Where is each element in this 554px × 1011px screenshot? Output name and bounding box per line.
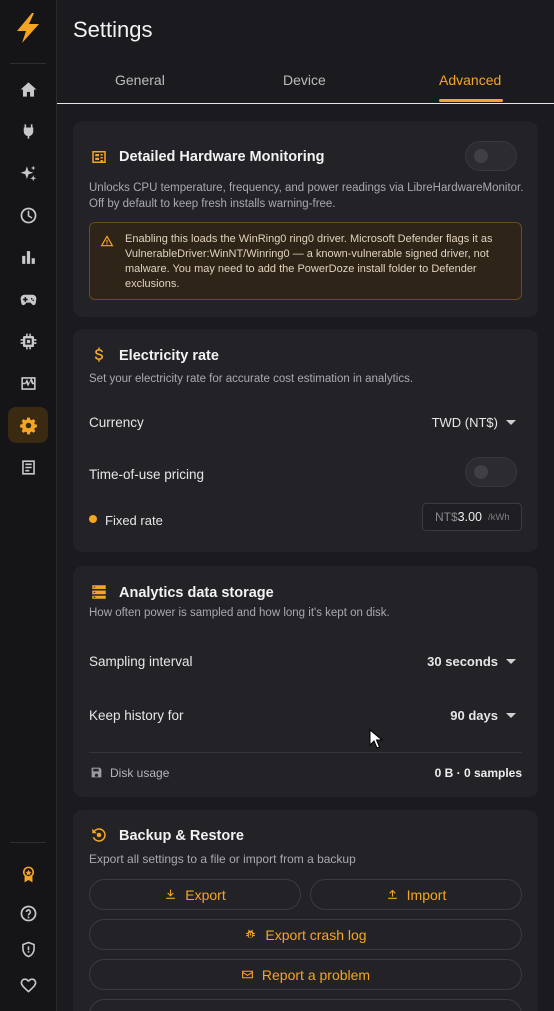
export-crash-log-label: Export crash log: [265, 926, 367, 943]
sidebar-divider: [10, 63, 46, 64]
import-label: Import: [406, 886, 447, 903]
chevron-down-icon: [506, 659, 516, 664]
sampling-interval-label: Sampling interval: [89, 654, 193, 669]
tab-device[interactable]: Device: [283, 72, 326, 88]
history-label: Keep history for: [89, 708, 184, 723]
sidebar-item-support[interactable]: [8, 967, 48, 1003]
sidebar-item-privacy[interactable]: [8, 931, 48, 967]
chevron-down-icon: [506, 713, 516, 718]
disk-usage-value: 0 B · 0 samples: [434, 766, 522, 780]
sidebar-item-power[interactable]: [8, 113, 48, 149]
active-tab-indicator: [439, 99, 503, 102]
sidebar-item-logs[interactable]: [8, 449, 48, 485]
sidebar-item-analytics[interactable]: [8, 239, 48, 275]
tab-general[interactable]: General: [115, 72, 165, 88]
card-title: Electricity rate: [119, 348, 219, 364]
plug-icon: [23, 123, 33, 139]
sidebar-item-home[interactable]: [8, 71, 48, 107]
sidebar: [0, 0, 57, 1011]
fixed-rate-label: Fixed rate: [105, 513, 163, 528]
card-title: Analytics data storage: [119, 585, 274, 601]
backup-restore-card: Backup & Restore Export all settings to …: [73, 810, 538, 1011]
driver-warning: Enabling this loads the WinRing0 ring0 d…: [89, 222, 522, 300]
upload-icon: [387, 889, 397, 899]
heart-icon: [20, 977, 36, 993]
chevron-down-icon: [506, 420, 516, 425]
chip-icon: [90, 148, 108, 166]
home-icon: [20, 81, 36, 97]
toggle-knob: [474, 149, 488, 163]
shield-icon: [21, 941, 35, 957]
analytics-storage-card: Analytics data storage How often power i…: [73, 566, 538, 797]
bug-icon: [246, 929, 256, 939]
card-description: Unlocks CPU temperature, frequency, and …: [89, 182, 524, 210]
currency-value: TWD (NT$): [431, 415, 498, 430]
card-title: Backup & Restore: [119, 828, 244, 844]
bar-chart-icon: [21, 250, 35, 264]
rate-value: 3.00: [457, 510, 483, 524]
divider: [89, 752, 522, 753]
settings-icon: [19, 417, 37, 434]
award-icon: [22, 866, 34, 882]
activity-icon: [20, 376, 36, 390]
currency-select[interactable]: TWD (NT$): [432, 415, 516, 430]
electricity-rate-card: Electricity rate Set your electricity ra…: [73, 329, 538, 552]
import-button[interactable]: Import: [310, 879, 522, 910]
warning-text: Enabling this loads the WinRing0 ring0 d…: [125, 233, 493, 290]
hardware-monitoring-card: Detailed Hardware Monitoring Unlocks CPU…: [73, 121, 538, 317]
warning-icon: [100, 234, 114, 248]
card-description: Set your electricity rate for accurate c…: [89, 373, 414, 385]
sidebar-item-settings[interactable]: [8, 407, 48, 443]
mouse-cursor-icon: [369, 729, 383, 749]
card-description: Export all settings to a file or import …: [89, 852, 356, 866]
storage-icon: [90, 583, 108, 601]
restore-icon: [90, 826, 108, 844]
sparkles-icon: [20, 165, 36, 181]
help-icon: [20, 905, 36, 921]
fixed-rate-input[interactable]: NT$ 3.00 /kWh: [422, 503, 522, 531]
export-label: Export: [185, 886, 226, 903]
disk-usage-label: Disk usage: [110, 766, 170, 780]
hardware-monitoring-toggle[interactable]: [465, 141, 517, 171]
status-dot: [89, 515, 97, 523]
sidebar-divider: [10, 842, 46, 843]
history-value: 90 days: [450, 708, 498, 723]
export-button[interactable]: Export: [89, 879, 301, 910]
sampling-interval-value: 30 seconds: [427, 654, 498, 669]
tab-advanced[interactable]: Advanced: [439, 72, 501, 88]
export-crash-log-button[interactable]: Export crash log: [89, 919, 522, 950]
mail-icon: [241, 970, 253, 979]
sidebar-item-monitor[interactable]: [8, 365, 48, 401]
rate-unit: /kWh: [488, 511, 510, 523]
page-title: Settings: [73, 17, 153, 42]
disk-icon: [90, 766, 103, 779]
sidebar-item-schedule[interactable]: [8, 197, 48, 233]
gamepad-icon: [20, 294, 36, 305]
sampling-interval-select[interactable]: 30 seconds: [427, 654, 516, 669]
cpu-icon: [20, 333, 36, 349]
log-icon: [21, 459, 35, 475]
history-select[interactable]: 90 days: [450, 708, 516, 723]
lightning-logo[interactable]: [13, 12, 43, 44]
sidebar-item-games[interactable]: [8, 281, 48, 317]
toggle-knob: [474, 465, 488, 479]
report-problem-label: Report a problem: [261, 966, 371, 983]
sidebar-item-pro[interactable]: [8, 856, 48, 892]
sidebar-item-optimize[interactable]: [8, 155, 48, 191]
sidebar-item-help[interactable]: [8, 895, 48, 931]
time-of-use-toggle[interactable]: [465, 457, 517, 487]
card-description: How often power is sampled and how long …: [89, 607, 390, 619]
partially-visible-button[interactable]: [89, 999, 522, 1011]
time-of-use-label: Time-of-use pricing: [89, 467, 205, 482]
card-title: Detailed Hardware Monitoring: [119, 149, 325, 165]
dollar-icon: [90, 346, 108, 364]
currency-label: Currency: [89, 415, 144, 430]
report-problem-button[interactable]: Report a problem: [89, 959, 522, 990]
download-icon: [166, 889, 176, 899]
sidebar-item-hardware[interactable]: [8, 323, 48, 359]
rate-prefix: NT$: [435, 510, 458, 524]
clock-icon: [20, 207, 36, 223]
settings-tabs: General Device Advanced: [57, 62, 554, 104]
